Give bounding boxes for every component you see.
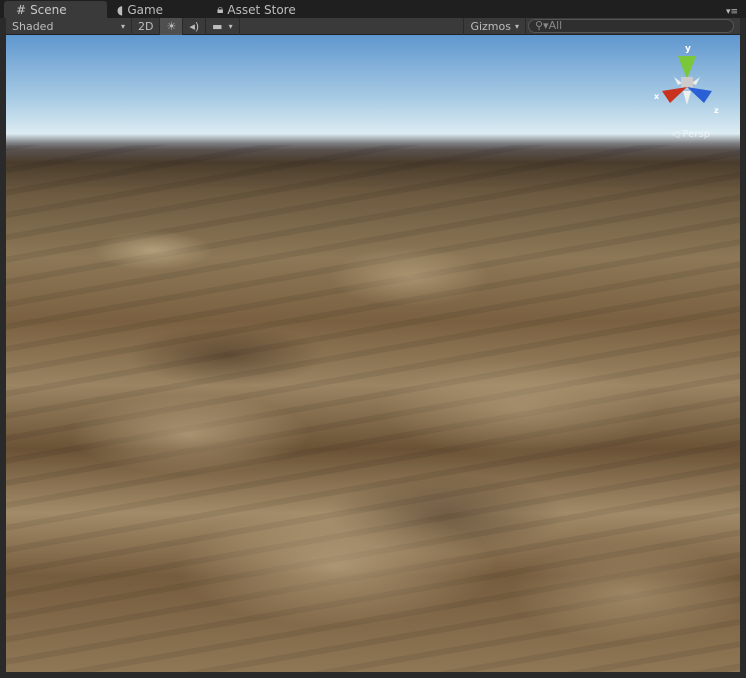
audio-toggle[interactable]: ◂) [183,17,207,35]
y-axis-cone[interactable] [678,56,696,79]
scene-toolbar: Shaded ▾ 2D ☀ ◂) ▬ ▾ Gizmos ▾ ⚲▾All [6,17,740,35]
tab-bar: # Scene ◖ Game 🔒︎ Asset Store ▾≡ [0,0,746,18]
z-axis-label: z [714,106,719,115]
speaker-icon: ◂) [189,19,200,33]
neg-z-cone [692,77,700,85]
search-icon: ⚲▾ [535,19,549,32]
tab-asset-store[interactable]: 🔒︎ Asset Store [205,1,325,18]
tab-game[interactable]: ◖ Game [105,1,205,18]
z-axis-cone[interactable] [687,87,712,103]
pacman-icon: ◖ [117,2,124,17]
chevron-down-icon: ▾ [514,21,519,31]
effects-toggle[interactable]: ▬ ▾ [206,17,240,35]
image-icon: ▬ [212,19,223,33]
sun-icon: ☀ [166,19,177,33]
y-axis-label: y [685,44,691,54]
terrain [6,145,740,672]
chevron-down-icon: ▾ [120,21,125,31]
projection-label[interactable]: ◁ Persp [672,129,710,140]
neg-y-cone [683,91,691,105]
x-axis-label: x [654,92,660,101]
2d-toggle[interactable]: 2D [132,17,161,35]
gizmo-center-cube[interactable] [681,77,693,89]
neg-x-cone [674,77,682,85]
x-axis-cone[interactable] [662,87,687,103]
gizmos-dropdown[interactable]: Gizmos ▾ [463,17,526,35]
panel-menu-icon[interactable]: ▾≡ [726,7,738,17]
lighting-toggle[interactable]: ☀ [160,17,184,35]
lock-icon: 🔒︎ [217,2,224,16]
chevron-down-icon: ▾ [228,21,233,31]
tab-scene[interactable]: # Scene [4,1,107,18]
orientation-gizmo[interactable]: y x z [652,43,722,123]
search-input[interactable]: ⚲▾All [528,19,734,33]
grid-icon: # [16,2,27,17]
scene-viewport[interactable]: y x z ◁ Persp [6,35,740,672]
draw-mode-dropdown[interactable]: Shaded ▾ [6,17,132,35]
